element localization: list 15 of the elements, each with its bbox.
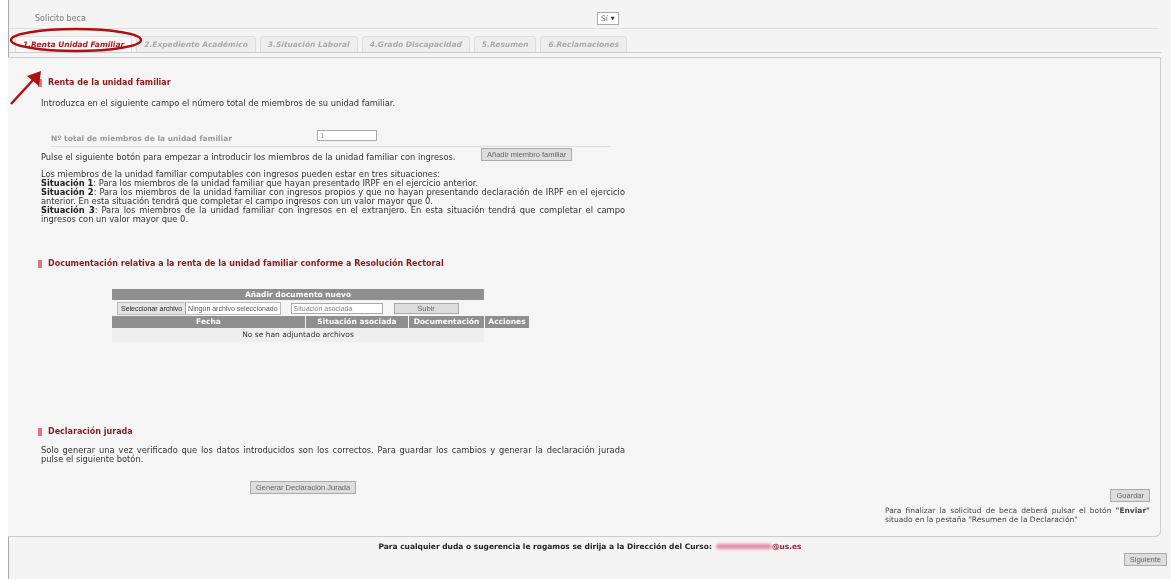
scholarship-label: Solicito beca	[35, 13, 87, 23]
situation-text: Situación 2: Para los miembros de la unidad familiar con ingresos propios y que no hayan presentando declaración de IRPF en el ejercicio anterior. En esta situación tendrá que completar el campo ingresos con un valor mayor que 0.	[41, 188, 625, 206]
section-heading: Renta de la unidad familiar	[48, 78, 171, 87]
annotation-arrow	[9, 70, 43, 106]
heading-marker	[38, 427, 42, 436]
situation-text: Situación 3: Para los miembros de la unidad familiar con ingresos en el extranjero. En esta situación tendrá que completar el campo ingresos con un valor mayor que 0.	[41, 206, 625, 224]
instruction-text: Pulse el siguiente botón para empezar a introducir los miembros de la unidad familiar con ingresos.	[41, 153, 457, 162]
redaction-mark	[715, 544, 772, 549]
section-heading: Documentación relativa a la renta de la unidad familiar conforme a Resolución Rectoral	[48, 259, 444, 268]
instruction-text: Introduzca en el siguiente campo el número total de miembros de su unidad familiar.	[41, 99, 397, 108]
instruction-text: Solo generar una vez verificado que los datos introducidos son los correctos. Para guardar los cambios y generar la declaración jurada pulse el siguiente botón.	[41, 446, 625, 464]
situation-text: Situación 1: Para los miembros de la unidad familiar que hayan presentado IRPF en el ejercicio anterior.	[41, 179, 480, 188]
info-text: Los miembros de la unidad familiar computables con ingresos pueden estar en tres situaciones:	[41, 170, 442, 179]
section-heading: Declaración jurada	[48, 427, 133, 436]
heading-marker	[38, 259, 42, 268]
